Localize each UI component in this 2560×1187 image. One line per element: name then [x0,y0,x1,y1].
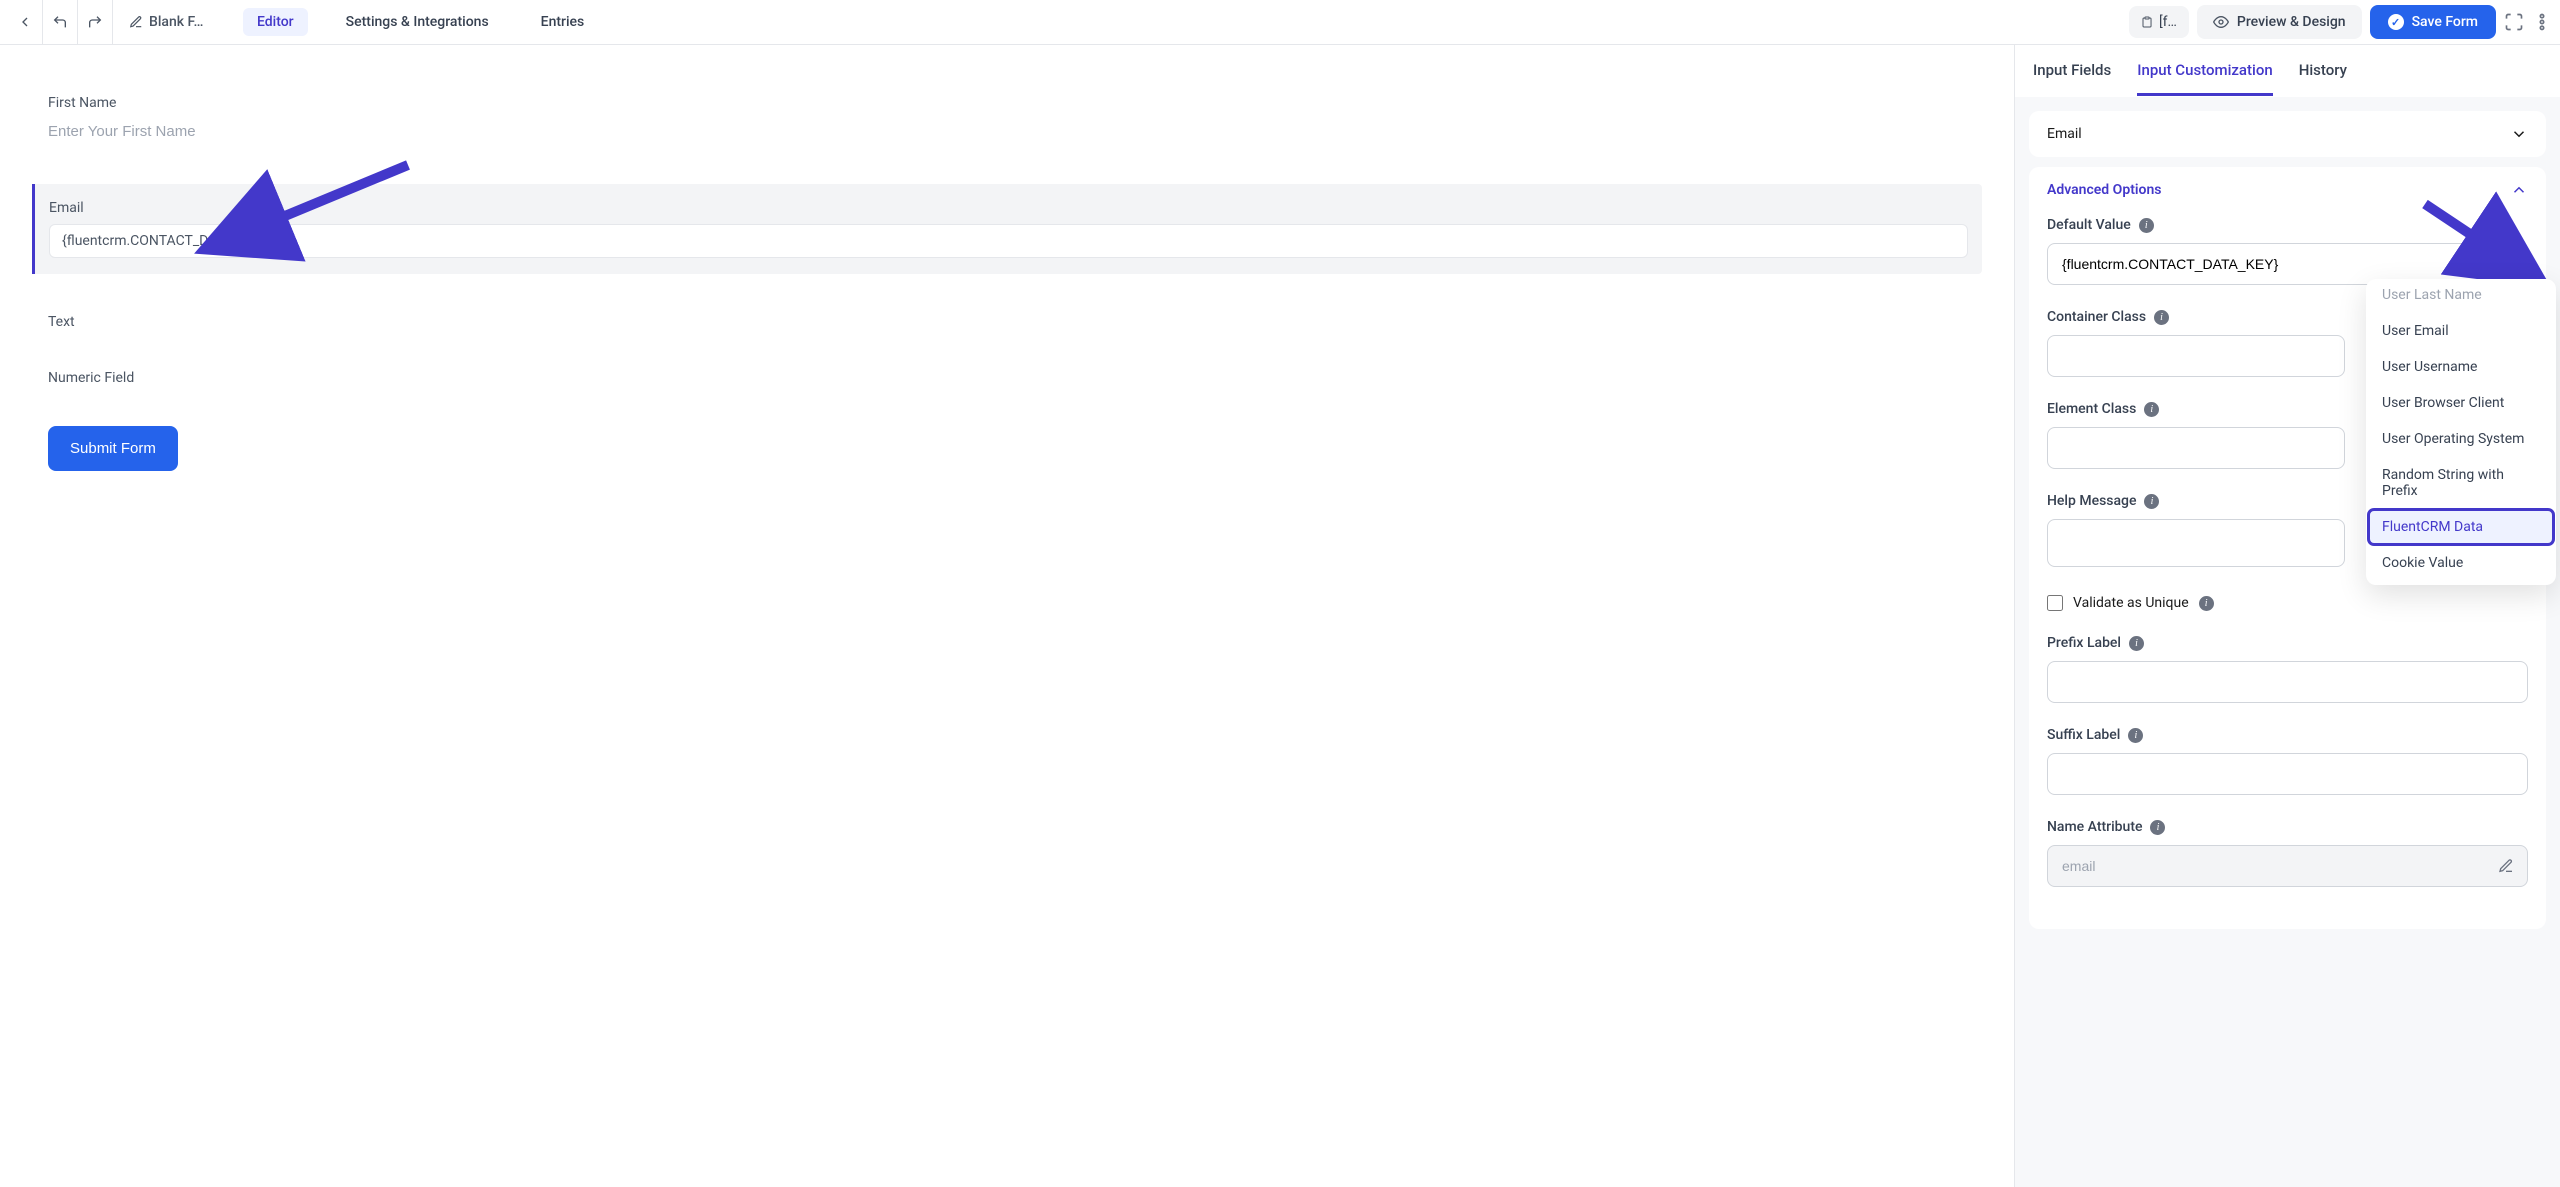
tab-input-customization[interactable]: Input Customization [2137,61,2272,96]
clipboard-icon [2141,14,2153,30]
field-text[interactable]: Text [48,314,1966,330]
option-name-attribute: Name Attribute i [2047,819,2528,887]
preview-button[interactable]: Preview & Design [2197,5,2362,39]
element-class-input[interactable] [2047,427,2345,469]
more-vertical-icon [2508,256,2512,272]
help-message-input[interactable] [2047,519,2345,567]
form-title[interactable]: Blank F… [113,14,213,30]
suffix-label-input[interactable] [2047,753,2528,795]
dropdown-item[interactable]: Cookie Value [2366,545,2556,581]
dropdown-item[interactable]: User Operating System [2366,421,2556,457]
info-icon[interactable]: i [2199,596,2214,611]
dropdown-item[interactable]: User Email [2366,313,2556,349]
pencil-icon [129,15,143,29]
section-email: Email [2029,111,2546,157]
option-suffix-label: Suffix Label i [2047,727,2528,795]
dropdown-item[interactable]: User Last Name [2366,283,2556,313]
pencil-icon[interactable] [2498,858,2514,874]
dropdown-item[interactable]: User Username [2366,349,2556,385]
layout: First Name Email {fluentcrm.CONTACT_DATA… [0,45,2560,1187]
option-label-text: Prefix Label [2047,635,2121,651]
section-title: Advanced Options [2047,182,2161,198]
section-advanced-head[interactable]: Advanced Options [2029,167,2546,213]
first-name-input[interactable] [48,119,1966,144]
email-input[interactable]: {fluentcrm.CONTACT_DATA_KEY} [49,224,1968,258]
top-bar: Blank F… Editor Settings & Integrations … [0,0,2560,45]
tab-history[interactable]: History [2299,61,2347,96]
more-vertical-icon[interactable] [2532,12,2552,32]
option-label-text: Default Value [2047,217,2131,233]
info-icon[interactable]: i [2150,820,2165,835]
eye-icon [2213,14,2229,30]
info-icon[interactable]: i [2129,636,2144,651]
topbar-left: Blank F… Editor Settings & Integrations … [8,0,598,44]
fullscreen-icon[interactable] [2504,12,2524,32]
main-tabs: Editor Settings & Integrations Entries [243,8,598,36]
tab-input-fields[interactable]: Input Fields [2033,61,2111,96]
sidebar-tabs: Input Fields Input Customization History [2015,45,2560,97]
check-icon [2388,14,2404,30]
dropdown-item[interactable]: FluentCRM Data [2370,511,2552,543]
chevron-left-icon [17,14,33,30]
info-icon[interactable]: i [2144,402,2159,417]
chevron-down-icon [2510,125,2528,143]
shortcode-label: [f… [2159,14,2177,30]
option-prefix-label: Prefix Label i [2047,635,2528,703]
save-label: Save Form [2412,14,2478,30]
tab-entries[interactable]: Entries [527,8,599,36]
name-attribute-input[interactable] [2047,845,2528,887]
checkbox-label: Validate as Unique [2073,595,2189,611]
preview-label: Preview & Design [2237,14,2346,30]
topbar-right: [f… Preview & Design Save Form [2129,5,2552,39]
option-label-text: Suffix Label [2047,727,2120,743]
field-label: Email [49,200,1968,216]
option-default-value: Default Value i [2047,217,2528,285]
field-first-name[interactable]: First Name [48,95,1966,144]
info-icon[interactable]: i [2139,218,2154,233]
undo-icon [52,14,68,30]
option-label-text: Element Class [2047,401,2136,417]
field-label: Numeric Field [48,370,1966,386]
back-button[interactable] [8,0,43,44]
sidebar: Input Fields Input Customization History… [2014,45,2560,1187]
chevron-up-icon [2510,181,2528,199]
info-icon[interactable]: i [2144,494,2159,509]
field-email-selected[interactable]: Email {fluentcrm.CONTACT_DATA_KEY} [32,184,1982,274]
container-class-input[interactable] [2047,335,2345,377]
option-validate-unique: Validate as Unique i [2047,595,2528,611]
info-icon[interactable]: i [2128,728,2143,743]
option-label-text: Help Message [2047,493,2136,509]
redo-button[interactable] [78,0,113,44]
shortcode-button[interactable]: [f… [2129,6,2189,38]
form-canvas: First Name Email {fluentcrm.CONTACT_DATA… [0,45,2014,1187]
option-label-text: Container Class [2047,309,2146,325]
info-icon[interactable]: i [2154,310,2169,325]
field-label: Text [48,314,1966,330]
section-email-head[interactable]: Email [2029,111,2546,157]
undo-button[interactable] [43,0,78,44]
dropdown-item[interactable]: Random String with Prefix [2366,457,2556,509]
tab-settings[interactable]: Settings & Integrations [332,8,503,36]
prefix-label-input[interactable] [2047,661,2528,703]
shortcode-dropdown: User Last NameUser EmailUser UsernameUse… [2366,279,2556,585]
section-title: Email [2047,126,2082,142]
sidebar-body: Email Advanced Options Default Value i [2015,97,2560,1187]
field-numeric[interactable]: Numeric Field [48,370,1966,386]
option-label-text: Name Attribute [2047,819,2142,835]
redo-icon [87,14,103,30]
submit-button[interactable]: Submit Form [48,426,178,471]
tab-editor[interactable]: Editor [243,8,308,36]
form-title-text: Blank F… [149,14,203,30]
dropdown-item[interactable]: User Browser Client [2366,385,2556,421]
validate-unique-checkbox[interactable] [2047,595,2063,611]
save-button[interactable]: Save Form [2370,5,2496,39]
field-label: First Name [48,95,1966,111]
